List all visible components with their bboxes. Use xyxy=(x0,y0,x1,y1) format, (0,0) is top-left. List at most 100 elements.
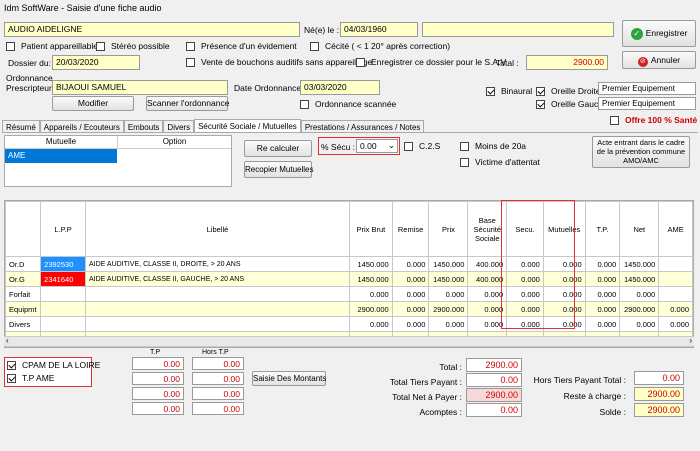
row-label[interactable]: Forfait xyxy=(5,286,42,302)
checkbox-box[interactable] xyxy=(404,141,413,151)
checkbox-box[interactable] xyxy=(7,373,16,383)
mutuelle-option-cell[interactable] xyxy=(117,149,231,163)
net-cell[interactable]: 1450.000 xyxy=(619,256,660,272)
offre-checkbox[interactable]: Offre 100 % Santé xyxy=(610,115,697,125)
lpp-cell[interactable] xyxy=(40,301,86,317)
hors-tp-field-4[interactable]: 0.00 xyxy=(192,402,244,415)
prix-brut-cell[interactable]: 1450.000 xyxy=(348,271,393,287)
prix-brut-cell[interactable]: 2900.000 xyxy=(348,301,393,317)
recalculer-button[interactable]: Re calculer xyxy=(244,140,312,157)
sav-checkbox[interactable]: Enregistrer ce dossier pour le S.A.V xyxy=(356,57,506,67)
checkbox-box[interactable] xyxy=(486,86,495,96)
tp-cell[interactable]: 0.000 xyxy=(584,301,621,317)
oreille-droite-checkbox[interactable]: Oreille Droite xyxy=(536,86,601,96)
net-cell[interactable]: 2900.000 xyxy=(619,301,660,317)
scroll-left-icon[interactable]: ‹ xyxy=(6,336,9,345)
lpp-cell[interactable]: 2392530 xyxy=(40,256,86,272)
cpam-checkbox[interactable]: CPAM DE LA LOIRE xyxy=(7,360,100,370)
born-date-field[interactable]: 04/03/1960 xyxy=(340,22,418,37)
date-ordonnance-field[interactable]: 03/03/2020 xyxy=(300,80,380,95)
lpp-cell[interactable] xyxy=(40,316,86,332)
lpp-cell[interactable]: 2341640 xyxy=(40,271,86,287)
prix-cell[interactable]: 2900.000 xyxy=(428,301,469,317)
oreille-droite-field[interactable]: Premier Equipement xyxy=(598,82,696,95)
net-cell[interactable]: 0.000 xyxy=(619,316,660,332)
table-row[interactable]: Or.G 2341640 AIDE AUDITIVE, CLASSE II, GAU… xyxy=(5,271,693,287)
net-cell[interactable]: 1450.000 xyxy=(619,271,660,287)
checkbox-box[interactable] xyxy=(310,41,319,51)
mutuelle-row-ame[interactable]: AME xyxy=(5,149,117,163)
acte-prevention-button[interactable]: Acte entrant dans le cadre de la prévent… xyxy=(592,136,690,168)
moins20-checkbox[interactable]: Moins de 20a xyxy=(460,141,526,151)
annuler-button[interactable]: ⊘ Annuler xyxy=(622,51,696,69)
cecite-checkbox[interactable]: Cécité ( < 1 20° après correction) xyxy=(310,41,450,51)
row-label[interactable]: Or.G xyxy=(5,271,42,287)
tp-field-4[interactable]: 0.00 xyxy=(132,402,184,415)
checkbox-box[interactable] xyxy=(300,99,309,109)
tpame-checkbox[interactable]: T.P AME xyxy=(7,373,54,383)
prescripteur-field[interactable]: BIJAOUI SAMUEL xyxy=(52,80,228,95)
remise-cell[interactable]: 0.000 xyxy=(391,256,430,272)
victime-checkbox[interactable]: Victime d'attentat xyxy=(460,157,540,167)
libelle-cell[interactable] xyxy=(85,316,350,332)
appareillable-checkbox[interactable]: Patient appareillable xyxy=(6,41,98,51)
tp-cell[interactable]: 0.000 xyxy=(584,316,621,332)
net-cell[interactable]: 0.000 xyxy=(619,286,660,302)
enregistrer-button[interactable]: ✓ Enregistrer xyxy=(622,20,696,47)
tp-field-1[interactable]: 0.00 xyxy=(132,357,184,370)
prix-brut-cell[interactable]: 0.000 xyxy=(348,286,393,302)
checkbox-box[interactable] xyxy=(536,99,545,109)
table-row[interactable]: Or.D 2392530 AIDE AUDITIVE, CLASSE II, DRO… xyxy=(5,256,693,272)
libelle-cell[interactable] xyxy=(85,301,350,317)
prix-brut-cell[interactable]: 0.000 xyxy=(348,316,393,332)
oreille-gauche-checkbox[interactable]: Oreille Gauche xyxy=(536,99,608,109)
tp-field-3[interactable]: 0.00 xyxy=(132,387,184,400)
checkbox-box[interactable] xyxy=(460,141,469,151)
scannee-checkbox[interactable]: Ordonnance scannée xyxy=(300,99,396,109)
scroll-right-icon[interactable]: › xyxy=(689,336,692,345)
checkbox-box[interactable] xyxy=(7,360,16,370)
libelle-cell[interactable]: AIDE AUDITIVE, CLASSE II, DROITE, > 20 A… xyxy=(85,256,350,272)
ame-cell[interactable]: 0.000 xyxy=(658,316,693,332)
table-row[interactable]: Equipmt 2900.000 0.000 2900.000 0.000 0.000 0.… xyxy=(5,301,693,317)
ame-cell[interactable] xyxy=(658,256,693,272)
c2s-checkbox[interactable]: C.2.S xyxy=(404,141,440,151)
stereo-checkbox[interactable]: Stéréo possible xyxy=(96,41,170,51)
table-row[interactable]: Divers 0.000 0.000 0.000 0.000 0.000 0.000 0.00… xyxy=(5,316,693,332)
prix-cell[interactable]: 1450.000 xyxy=(428,256,469,272)
table-row[interactable]: Forfait 0.000 0.000 0.000 0.000 0.000 0.000 0.0… xyxy=(5,286,693,302)
hors-tp-field-1[interactable]: 0.00 xyxy=(192,357,244,370)
remise-cell[interactable]: 0.000 xyxy=(391,286,430,302)
hors-tp-field-3[interactable]: 0.00 xyxy=(192,387,244,400)
checkbox-box[interactable] xyxy=(96,41,105,51)
remise-cell[interactable]: 0.000 xyxy=(391,301,430,317)
checkbox-box[interactable] xyxy=(610,115,619,125)
prix-brut-cell[interactable]: 1450.000 xyxy=(348,256,393,272)
libelle-cell[interactable] xyxy=(85,286,350,302)
hors-tp-field-2[interactable]: 0.00 xyxy=(192,372,244,385)
oreille-gauche-field[interactable]: Premier Equipement xyxy=(598,97,696,110)
binaural-checkbox[interactable]: Binaural xyxy=(486,86,532,96)
checkbox-box[interactable] xyxy=(460,157,469,167)
dossier-date-field[interactable]: 20/03/2020 xyxy=(52,55,140,70)
modifier-button[interactable]: Modifier xyxy=(52,96,134,111)
prix-cell[interactable]: 0.000 xyxy=(428,316,469,332)
checkbox-box[interactable] xyxy=(186,41,195,51)
lpp-cell[interactable] xyxy=(40,286,86,302)
prix-cell[interactable]: 1450.000 xyxy=(428,271,469,287)
vente-checkbox[interactable]: Vente de bouchons auditifs sans appareil… xyxy=(186,57,372,67)
tp-field-2[interactable]: 0.00 xyxy=(132,372,184,385)
remise-cell[interactable]: 0.000 xyxy=(391,316,430,332)
mutuelle-list[interactable]: Mutuelle Option AME xyxy=(4,135,232,187)
libelle-cell[interactable]: AIDE AUDITIVE, CLASSE II, GAUCHE, > 20 A… xyxy=(85,271,350,287)
tp-cell[interactable]: 0.000 xyxy=(584,286,621,302)
checkbox-box[interactable] xyxy=(186,57,195,67)
scanner-button[interactable]: Scanner l'ordonnance xyxy=(146,96,229,111)
checkbox-box[interactable] xyxy=(6,41,15,51)
tp-cell[interactable]: 0.000 xyxy=(584,256,621,272)
secu-select[interactable]: 0.00 ⌄ xyxy=(356,139,398,153)
patient-extra-field[interactable] xyxy=(422,22,614,37)
remise-cell[interactable]: 0.000 xyxy=(391,271,430,287)
saisie-montants-button[interactable]: Saisie Des Montants xyxy=(252,371,326,386)
horizontal-scrollbar[interactable]: ‹ › xyxy=(4,336,694,346)
